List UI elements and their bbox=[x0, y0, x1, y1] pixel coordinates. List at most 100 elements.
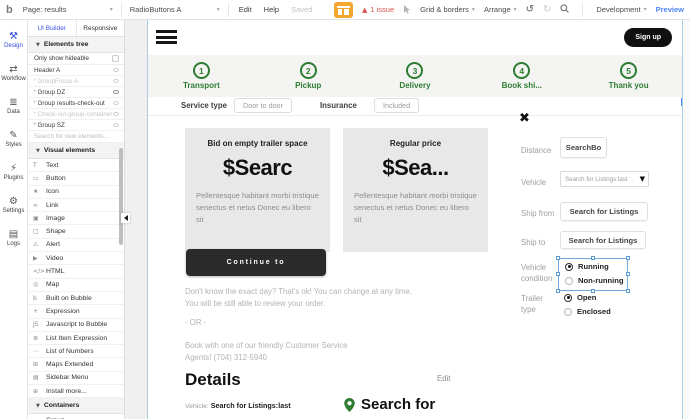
rail-workflow[interactable]: ⇄ Workflow bbox=[0, 57, 27, 90]
arrange-menu[interactable]: Arrange ▾ bbox=[484, 5, 517, 14]
element-icon[interactable]: ★ Icon bbox=[28, 186, 124, 199]
element-video[interactable]: ▶ Video bbox=[28, 252, 124, 266]
radio-running[interactable]: Running bbox=[565, 262, 609, 271]
design-canvas[interactable]: Sign up 1 Transport 2 Pickup 3 Delivery … bbox=[147, 20, 683, 419]
signup-button[interactable]: Sign up bbox=[624, 28, 672, 47]
resize-handle[interactable] bbox=[626, 272, 630, 276]
resize-handle[interactable] bbox=[556, 272, 560, 276]
tree-item-groupfocus-a[interactable]: + GroupFocus A bbox=[28, 76, 124, 87]
element-group[interactable]: ▭Group bbox=[28, 414, 124, 419]
workflow-icon: ⇄ bbox=[9, 64, 18, 75]
radio-enclosed[interactable]: Enclosed bbox=[564, 307, 611, 316]
ship-from-input[interactable]: Search for Listings bbox=[560, 202, 648, 221]
editor-selection-box[interactable]: Running Non-running bbox=[556, 256, 630, 293]
js-icon: JS bbox=[33, 321, 39, 329]
element-text[interactable]: T Text bbox=[28, 159, 124, 173]
element-selector[interactable]: RadioButtons A ▾ bbox=[126, 0, 224, 19]
tree-item-header-a[interactable]: Header A bbox=[28, 65, 124, 76]
rail-styles[interactable]: ✎ Styles bbox=[0, 123, 27, 156]
step-pickup[interactable]: 2 Pickup bbox=[255, 55, 362, 97]
element-javascript-to-bubble[interactable]: JS Javascript to Bubble bbox=[28, 319, 124, 332]
step-thank-you[interactable]: 5 Thank you bbox=[575, 55, 682, 97]
help-menu[interactable]: Help bbox=[264, 5, 279, 14]
redo-icon[interactable]: ↻ bbox=[543, 4, 551, 15]
element-link[interactable]: ∞ Link bbox=[28, 199, 124, 213]
panel-scrollbar-thumb[interactable] bbox=[119, 148, 123, 245]
note-text: Don't know the exact day? That's ok! You… bbox=[185, 287, 412, 309]
rail-design[interactable]: ⚒ Design bbox=[0, 24, 27, 57]
rail-data[interactable]: ≣ Data bbox=[0, 90, 27, 123]
element-sidebar-menu[interactable]: ▤ Sidebar Menu bbox=[28, 372, 124, 386]
tab-responsive[interactable]: Responsive bbox=[75, 20, 125, 36]
search-icon[interactable] bbox=[560, 4, 570, 15]
panel-collapse-handle[interactable] bbox=[121, 213, 130, 223]
element-install-more[interactable]: ⊕ Install more... bbox=[28, 385, 124, 399]
regular-price-card[interactable]: Regular price $Sea... Pellentesque habit… bbox=[343, 128, 488, 252]
undo-icon[interactable]: ↺ bbox=[526, 4, 534, 15]
vehicle-label: Vehicle bbox=[521, 178, 547, 187]
step-book-shipment[interactable]: 4 Book shi... bbox=[468, 55, 575, 97]
element-shape[interactable]: □ Shape bbox=[28, 225, 124, 239]
top-toolbar: b Page: results ▾ RadioButtons A ▾ Edit … bbox=[0, 0, 690, 20]
cursor-tool-icon[interactable] bbox=[403, 5, 411, 14]
dropdown-caret-icon: ▼ bbox=[639, 175, 645, 183]
panel-scrollbar[interactable] bbox=[119, 38, 123, 418]
preview-button[interactable]: Preview bbox=[656, 5, 684, 14]
bubble-logo[interactable]: b bbox=[6, 4, 13, 16]
gift-button[interactable] bbox=[333, 1, 353, 18]
element-list-of-numbers[interactable]: ⋯ List of Numbers bbox=[28, 345, 124, 359]
edit-link[interactable]: Edit bbox=[437, 374, 450, 383]
close-icon[interactable]: ✖ bbox=[519, 112, 530, 125]
new-element-search-input[interactable]: Search for new elements... bbox=[28, 131, 124, 143]
radio-open[interactable]: Open bbox=[564, 293, 596, 302]
elements-tree-header[interactable]: ▼ Elements tree bbox=[28, 37, 124, 53]
rail-logs[interactable]: ▤ Logs bbox=[0, 222, 27, 255]
element-button[interactable]: ▭ Button bbox=[28, 172, 124, 186]
menu-icon[interactable] bbox=[156, 30, 177, 47]
insurance-chip[interactable]: Included bbox=[374, 98, 420, 113]
environment-selector[interactable]: Development ▾ bbox=[596, 5, 646, 14]
step-delivery[interactable]: 3 Delivery bbox=[362, 55, 469, 97]
issues-indicator[interactable]: ▲ 1 issue bbox=[362, 5, 394, 14]
only-show-hideable-checkbox[interactable] bbox=[112, 55, 119, 62]
element-built-on-bubble[interactable]: b Built on Bubble bbox=[28, 292, 124, 306]
tree-item-group-dz[interactable]: + Group DZ bbox=[28, 87, 124, 98]
tree-item-check-out-group-container[interactable]: + Check-out-group-container bbox=[28, 109, 124, 120]
tab-ui-builder[interactable]: UI Builder bbox=[28, 20, 76, 36]
element-html[interactable]: </> HTML bbox=[28, 265, 124, 279]
service-type-chip[interactable]: Door to door bbox=[234, 98, 292, 113]
rail-plugins[interactable]: ⚡ Plugins bbox=[0, 156, 27, 189]
tree-item-group-sz[interactable]: + Group SZ bbox=[28, 120, 124, 131]
resize-handle[interactable] bbox=[591, 256, 595, 260]
distance-input[interactable]: SearchBo bbox=[560, 137, 607, 158]
ship-to-input[interactable]: Search for Listings bbox=[560, 231, 646, 249]
rail-settings[interactable]: ⚙ Settings bbox=[0, 189, 27, 222]
details-heading: Details bbox=[185, 370, 241, 389]
step-transport[interactable]: 1 Transport bbox=[148, 55, 255, 97]
resize-handle[interactable] bbox=[626, 289, 630, 293]
vehicle-dropdown[interactable]: Search for Listings:last ▼ bbox=[560, 171, 649, 187]
radio-non-running[interactable]: Non-running bbox=[565, 276, 624, 285]
element-alert[interactable]: ⚠ Alert bbox=[28, 239, 124, 253]
page-selector[interactable]: Page: results ▾ bbox=[19, 0, 117, 19]
visual-elements-header[interactable]: ▼ Visual elements bbox=[28, 143, 124, 159]
containers-header[interactable]: ▼ Containers bbox=[28, 398, 124, 415]
element-expression[interactable]: + Expression bbox=[28, 305, 124, 319]
service-type-label: Service type bbox=[181, 101, 227, 110]
resize-handle[interactable] bbox=[626, 256, 630, 260]
element-map[interactable]: ◎ Map bbox=[28, 279, 124, 292]
only-show-hideable-row: Only show hideable bbox=[28, 53, 124, 65]
bid-price-card[interactable]: Bid on empty trailer space $Searc Pellen… bbox=[185, 128, 330, 252]
grid-borders-menu[interactable]: Grid & borders ▾ bbox=[420, 5, 475, 14]
element-maps-extended[interactable]: ⊞ Maps Extended bbox=[28, 358, 124, 372]
edit-menu[interactable]: Edit bbox=[239, 5, 252, 14]
resize-handle[interactable] bbox=[556, 289, 560, 293]
element-list-item-expression[interactable]: ≣ List Item Expression bbox=[28, 332, 124, 346]
ship-to-label: Ship to bbox=[521, 238, 546, 247]
radio-selected-icon bbox=[564, 293, 572, 302]
element-image[interactable]: ▣ Image bbox=[28, 212, 124, 226]
continue-button[interactable]: Continue to bbox=[186, 249, 326, 276]
resize-handle[interactable] bbox=[556, 256, 560, 260]
tree-item-group-results-check-out[interactable]: + Group results-check-out bbox=[28, 98, 124, 109]
list-icon: ≣ bbox=[33, 334, 39, 342]
